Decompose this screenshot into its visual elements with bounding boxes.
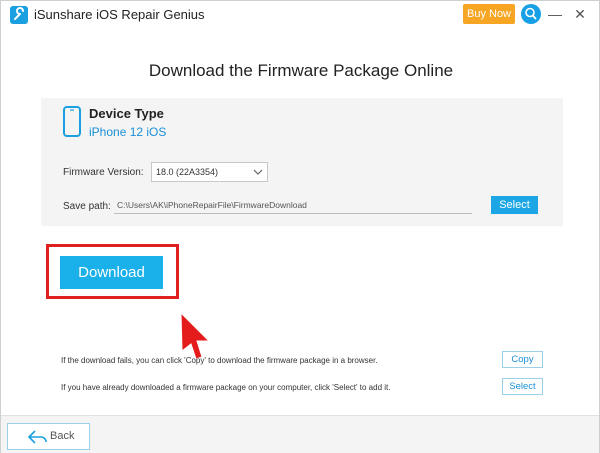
copy-help-text: If the download fails, you can click 'Co… [61, 356, 378, 365]
select-firmware-button[interactable]: Select [502, 378, 543, 395]
buy-now-button[interactable]: Buy Now [463, 4, 515, 24]
firmware-version-value: 18.0 (22A3354) [156, 167, 219, 177]
footer-bar: Back [1, 415, 599, 453]
back-button[interactable]: Back [7, 423, 90, 450]
back-label: Back [50, 430, 75, 442]
select-save-path-button[interactable]: Select [491, 196, 538, 214]
device-panel: Device Type iPhone 12 iOS Firmware Versi… [41, 98, 563, 226]
search-icon [525, 7, 537, 20]
wrench-app-icon [10, 6, 28, 24]
app-window: iSunshare iOS Repair Genius Buy Now — ✕ … [0, 0, 600, 453]
close-button[interactable]: ✕ [571, 5, 589, 23]
phone-icon [63, 106, 81, 137]
title-bar: iSunshare iOS Repair Genius Buy Now — ✕ [1, 1, 599, 29]
copy-button[interactable]: Copy [502, 351, 543, 368]
device-model: iPhone 12 iOS [89, 125, 167, 139]
device-type-label: Device Type [89, 106, 164, 121]
download-button[interactable]: Download [60, 256, 163, 289]
minimize-button[interactable]: — [546, 5, 564, 23]
red-pointer-cursor-icon [180, 311, 211, 360]
back-arrow-icon [28, 430, 47, 444]
search-button[interactable] [521, 4, 541, 24]
select-help-text: If you have already downloaded a firmwar… [61, 383, 391, 392]
firmware-version-select[interactable]: 18.0 (22A3354) [151, 162, 268, 182]
app-title: iSunshare iOS Repair Genius [34, 7, 205, 22]
save-path-field[interactable]: C:\Users\AK\iPhoneRepairFile\FirmwareDow… [114, 198, 472, 214]
chevron-down-icon [253, 169, 263, 175]
firmware-version-label: Firmware Version: [63, 167, 144, 178]
save-path-label: Save path: [63, 201, 111, 212]
page-title: Download the Firmware Package Online [148, 61, 454, 80]
